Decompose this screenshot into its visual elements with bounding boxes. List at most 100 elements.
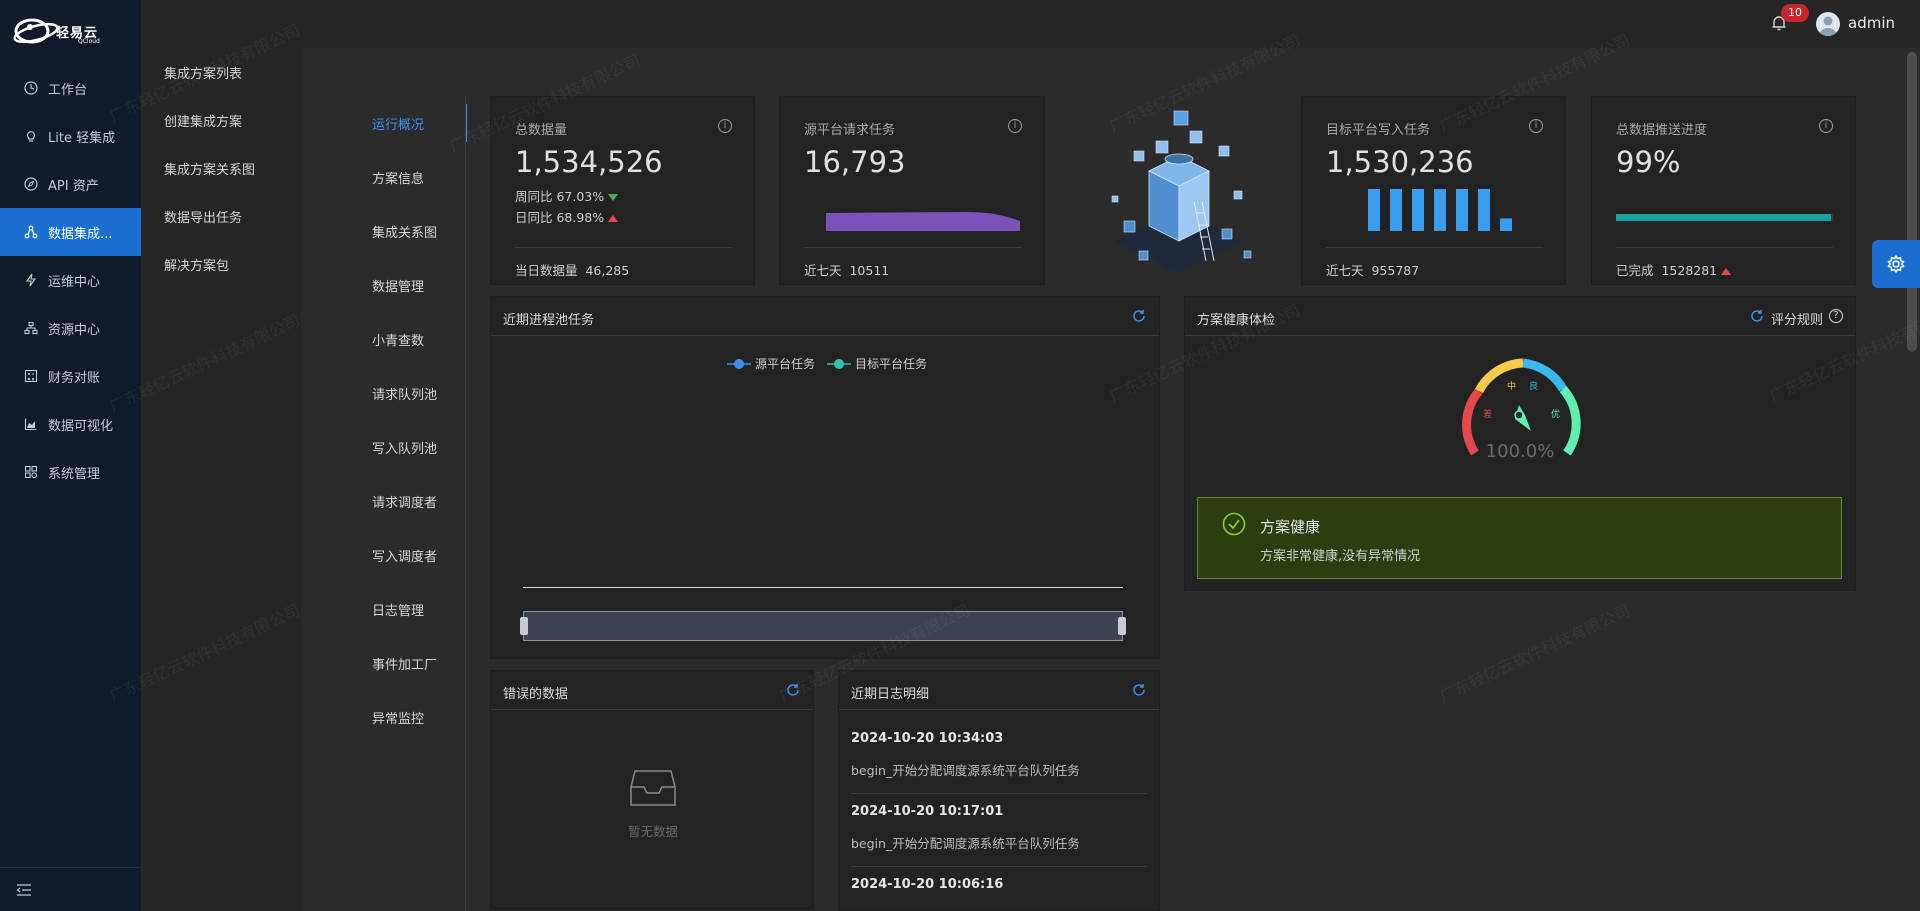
nav-item-api[interactable]: API 资产 <box>0 160 141 208</box>
refresh-icon[interactable] <box>785 682 801 698</box>
bulb-icon <box>23 128 39 144</box>
check-circle-icon <box>1222 512 1246 536</box>
stat-foot-value: 1528281 <box>1661 263 1718 278</box>
info-icon[interactable]: i <box>1819 119 1833 133</box>
stat-title: 总数据推送进度 <box>1616 123 1708 138</box>
divider <box>851 793 1147 794</box>
refresh-icon[interactable] <box>1131 682 1147 698</box>
dashboard-icon <box>23 80 39 96</box>
page-scrollbar[interactable] <box>1904 48 1920 911</box>
tab-request-queue[interactable]: 请求队列池 <box>339 366 467 420</box>
spark-bar <box>1412 189 1424 231</box>
stat-value: 1,530,236 <box>1326 145 1474 179</box>
sub-menu: 集成方案列表 创建集成方案 集成方案关系图 数据导出任务 解决方案包 <box>141 0 301 911</box>
nav-label: 数据集成... <box>48 226 113 242</box>
sub-item-solution-list[interactable]: 集成方案列表 <box>141 48 301 96</box>
slider-right-handle[interactable] <box>1118 617 1126 635</box>
stat-card-progress: 总数据推送进度 i 99% 已完成 1528281 <box>1591 96 1856 285</box>
info-icon[interactable]: i <box>1529 119 1543 133</box>
sub-menu-list: 集成方案列表 创建集成方案 集成方案关系图 数据导出任务 解决方案包 <box>141 0 301 288</box>
app-root: 轻易云 QCloud 工作台 Lite 轻集成 API 资产 数据集成... 运… <box>0 0 1920 911</box>
tab-xiaoqing-query[interactable]: 小青查数 <box>339 312 467 366</box>
stat-foot-value: 955787 <box>1371 263 1420 278</box>
process-pool-panel: 近期进程池任务 源平台任务 目标平台任务 <box>490 296 1160 659</box>
settings-floating-button[interactable] <box>1872 240 1920 288</box>
help-icon[interactable]: ? <box>1829 309 1843 323</box>
progress-fill <box>1616 214 1831 221</box>
tab-overview[interactable]: 运行概况 <box>339 96 467 150</box>
nav-item-data-integration[interactable]: 数据集成... <box>0 208 141 256</box>
integration-icon <box>23 224 39 240</box>
nav-item-visualization[interactable]: 数据可视化 <box>0 400 141 448</box>
tab-request-scheduler[interactable]: 请求调度者 <box>339 474 467 528</box>
tab-data-management[interactable]: 数据管理 <box>339 258 467 312</box>
stat-footer: 已完成 1528281 <box>1616 260 1732 279</box>
tab-relation-graph[interactable]: 集成关系图 <box>339 204 467 258</box>
avatar[interactable] <box>1816 12 1840 36</box>
log-message: begin_开始分配调度源系统平台队列任务 <box>851 763 1080 778</box>
spark-bar <box>1390 189 1402 231</box>
nav-item-finance[interactable]: 财务对账 <box>0 352 141 400</box>
sub-item-solution-packages[interactable]: 解决方案包 <box>141 240 301 288</box>
chart-zoom-slider[interactable] <box>520 611 1126 641</box>
bolt-icon <box>23 272 39 288</box>
menu-fold-icon <box>16 883 31 896</box>
slider-left-handle[interactable] <box>520 617 528 635</box>
sub-item-create-solution[interactable]: 创建集成方案 <box>141 96 301 144</box>
username[interactable]: admin <box>1848 14 1895 32</box>
nav-label: 系统管理 <box>48 466 101 482</box>
scrollbar-thumb[interactable] <box>1907 52 1917 352</box>
tab-write-scheduler[interactable]: 写入调度者 <box>339 528 467 582</box>
nav-item-system[interactable]: 系统管理 <box>0 448 141 496</box>
tab-write-queue[interactable]: 写入队列池 <box>339 420 467 474</box>
sub-item-export-tasks[interactable]: 数据导出任务 <box>141 192 301 240</box>
stat-value: 16,793 <box>804 145 906 179</box>
stat-footer: 当日数据量 46,285 <box>515 260 629 279</box>
health-status-title: 方案健康 <box>1260 518 1321 536</box>
divider <box>851 866 1147 867</box>
legend-label-target[interactable]: 目标平台任务 <box>855 355 927 372</box>
info-icon[interactable]: i <box>1008 119 1022 133</box>
legend-marker-source <box>727 358 751 370</box>
tab-exception-monitor[interactable]: 异常监控 <box>339 690 467 744</box>
solution-tabs: 运行概况 方案信息 集成关系图 数据管理 小青查数 请求队列池 写入队列池 请求… <box>339 96 467 744</box>
nav-item-ops[interactable]: 运维中心 <box>0 256 141 304</box>
tab-log-management[interactable]: 日志管理 <box>339 582 467 636</box>
main-content: 运行概况 方案信息 集成关系图 数据管理 小青查数 请求队列池 写入队列池 请求… <box>301 48 1904 911</box>
nav-item-lite[interactable]: Lite 轻集成 <box>0 112 141 160</box>
settings-icon <box>23 464 39 480</box>
recent-log-panel: 近期日志明细 2024-10-20 10:34:03 begin_开始分配调度源… <box>838 670 1160 911</box>
gear-icon <box>1887 254 1905 274</box>
stat-card-target: 目标平台写入任务 i 1,530,236 近七天 955787 <box>1301 96 1566 285</box>
legend-label-source[interactable]: 源平台任务 <box>755 355 815 372</box>
health-status-box: 方案健康 方案非常健康,没有异常情况 <box>1197 497 1842 579</box>
log-entry: 2024-10-20 10:17:01 begin_开始分配调度源系统平台队列任… <box>851 804 1147 852</box>
legend-marker-target <box>827 358 852 370</box>
stat-week-compare: 周同比 67.03% <box>515 186 619 205</box>
chart-legend: 源平台任务 目标平台任务 <box>727 355 927 372</box>
stat-foot-label: 近七天 <box>1326 263 1364 278</box>
nav-item-resources[interactable]: 资源中心 <box>0 304 141 352</box>
stat-footer: 近七天 10511 <box>804 260 889 279</box>
tab-event-factory[interactable]: 事件加工厂 <box>339 636 467 690</box>
refresh-icon[interactable] <box>1131 308 1147 324</box>
stat-foot-label: 近七天 <box>804 263 842 278</box>
refresh-icon[interactable] <box>1749 308 1765 324</box>
spark-bar <box>1434 189 1446 231</box>
log-time: 2024-10-20 10:34:03 <box>851 731 1004 746</box>
area-chart-icon <box>23 416 39 432</box>
tab-solution-info[interactable]: 方案信息 <box>339 150 467 204</box>
spark-bar <box>1456 189 1468 231</box>
stat-foot-value: 10511 <box>849 263 890 278</box>
stat-foot-label: 当日数据量 <box>515 263 578 278</box>
divider <box>515 247 732 248</box>
sub-item-solution-graph[interactable]: 集成方案关系图 <box>141 144 301 192</box>
health-gauge: 差 中 良 优 100.0% <box>1462 358 1581 462</box>
info-icon[interactable]: i <box>718 119 732 133</box>
spark-bar <box>1478 189 1490 231</box>
collapse-sidebar-button[interactable] <box>0 867 141 911</box>
trend-up-icon <box>1721 268 1732 275</box>
scoring-rules-link[interactable]: 评分规则 <box>1771 309 1823 328</box>
nav-item-workbench[interactable]: 工作台 <box>0 64 141 112</box>
error-data-panel: 错误的数据 暂无数据 <box>490 670 814 910</box>
